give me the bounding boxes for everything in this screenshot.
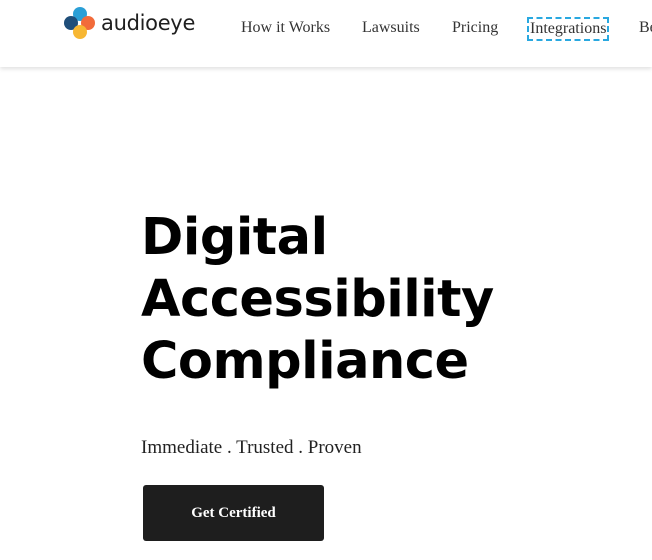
nav-link-pricing[interactable]: Pricing bbox=[452, 19, 498, 37]
brand-name: audioeye bbox=[101, 11, 196, 35]
audioeye-logo[interactable]: audioeye bbox=[64, 6, 195, 40]
nav-link-how-it-works[interactable]: How it Works bbox=[241, 19, 330, 37]
nav-link-be[interactable]: Be bbox=[639, 19, 652, 37]
audioeye-logo-icon bbox=[64, 7, 96, 39]
hero-title: Digital Accessibility Compliance bbox=[141, 207, 494, 393]
site-header: audioeye How it Works Lawsuits Pricing I… bbox=[0, 0, 652, 67]
hero-title-line-3: Compliance bbox=[141, 332, 469, 391]
logo-dot-bottom bbox=[73, 25, 87, 39]
nav-link-lawsuits[interactable]: Lawsuits bbox=[362, 19, 420, 37]
hero-title-line-2: Accessibility bbox=[141, 270, 494, 329]
hero-subtitle: Immediate . Trusted . Proven bbox=[141, 437, 362, 458]
get-certified-button[interactable]: Get Certified bbox=[143, 485, 324, 541]
nav-link-integrations[interactable]: Integrations bbox=[526, 17, 610, 41]
hero-title-line-1: Digital bbox=[141, 208, 328, 267]
